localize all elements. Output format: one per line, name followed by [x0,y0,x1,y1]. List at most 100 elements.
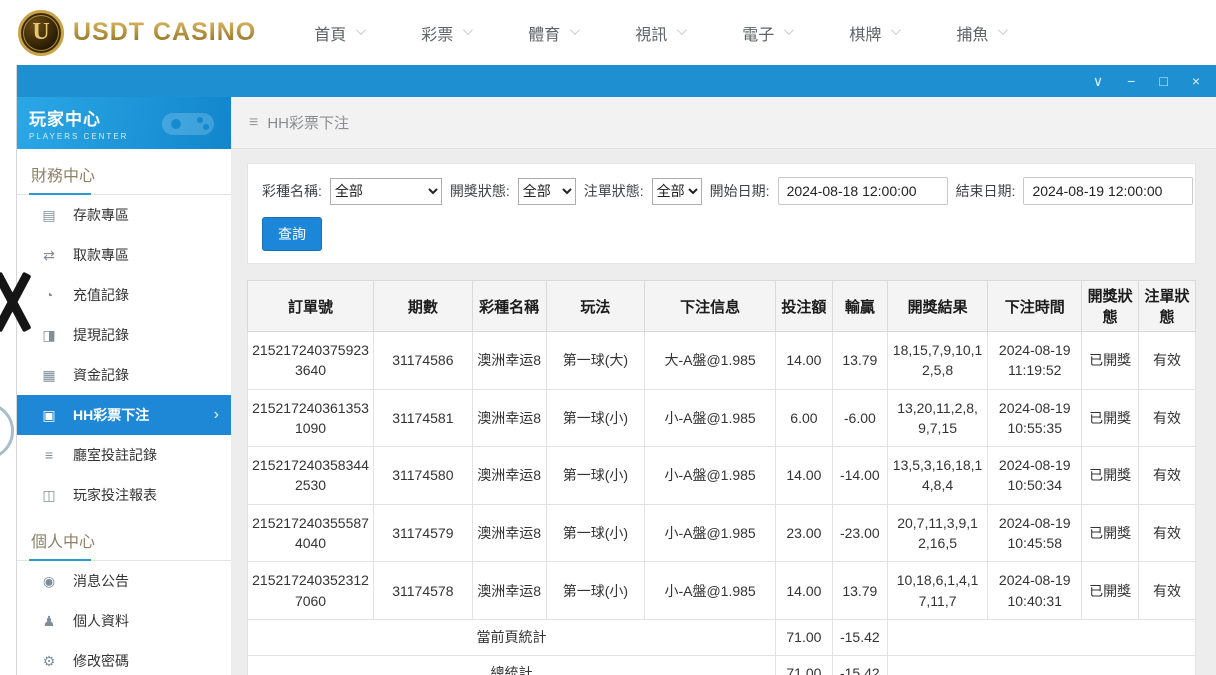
nav-item-1[interactable]: 彩票 [421,21,474,45]
window-minimize-button[interactable]: − [1127,74,1135,88]
cell-amount: 6.00 [774,388,833,448]
search-button[interactable]: 查詢 [262,217,322,251]
funds-record-icon: ▦ [42,366,56,383]
cell-result: 13,5,3,16,18,14,8,4 [886,446,989,505]
sidebar-item-password[interactable]: ⚙ 修改密碼 [17,641,231,675]
draw-status-label: 開獎狀態: [449,183,510,199]
lottery-name-select[interactable]: 全部 [329,177,442,205]
nav-item-2[interactable]: 體育 [528,21,581,45]
cell-period: 31174578 [373,561,473,620]
table-row: 2152172403555874040 31174579 澳洲幸运8 第一球(小) 小-… [246,503,1196,563]
column-header: 玩法 [545,280,646,332]
window-titlebar: ∨ − □ × [17,65,1216,97]
table-row: 2152172403613531090 31174581 澳洲幸运8 第一球(小) 小-… [246,388,1196,448]
cell-order_status: 有效 [1138,446,1196,505]
nav-item-label: 棋牌 [849,26,882,44]
cell-winloss: 13.79 [831,561,888,620]
cell-order_no: 2152172403759233640 [246,331,375,390]
nav-item-label: 捕魚 [956,26,989,44]
brand-logo-icon: U [18,9,64,56]
chevron-down-icon [891,24,902,35]
cell-bet_info: 小-A盤@1.985 [644,503,776,563]
cell-bet_info: 小-A盤@1.985 [644,388,776,448]
gamepad-icon [162,113,214,135]
summary-label: 總統計 [247,654,776,675]
sidebar-section-label: 個人中心 [17,515,231,561]
cell-time: 2024-08-19 10:50:34 [987,446,1083,505]
cell-winloss: -14.00 [831,446,888,505]
start-date-input[interactable] [777,177,948,205]
cell-draw_status: 已開獎 [1081,446,1140,505]
cell-time: 2024-08-19 11:19:52 [987,331,1083,390]
summary-empty [886,654,1197,675]
column-header: 開獎狀態 [1081,280,1140,332]
nav-item-3[interactable]: 視訊 [635,21,688,45]
nav-item-6[interactable]: 捕魚 [956,21,1009,45]
summary-empty [886,618,1197,656]
column-header: 訂單號 [246,280,375,332]
cell-play: 第一球(大) [545,331,646,390]
column-header: 輸贏 [831,280,888,332]
sidebar: 玩家中心 PLAYERS CENTER 財務中心 ▤ 存款專區 ⇄ 取款專區 ◔ 充值記錄 ◨… [17,97,231,675]
sidebar-item-hall-bet-record[interactable]: ≡ 廳室投註記錄 [17,435,231,475]
summary-bet-amount: 71.00 [774,654,833,675]
cell-amount: 14.00 [774,446,833,505]
password-icon: ⚙ [42,652,56,669]
sidebar-item-label: 廳室投註記錄 [73,447,157,463]
chevron-down-icon [998,24,1009,35]
table-row: 2152172403759233640 31174586 澳洲幸运8 第一球(大) 大-… [246,331,1196,390]
hall-bet-record-icon: ≡ [44,447,54,463]
nav-item-5[interactable]: 棋牌 [849,21,902,45]
total-summary-row: 總統計 71.00 -15.42 [247,654,1197,675]
filter-row: 彩種名稱: 全部 開獎狀態: 全部 注單狀態: 全部 開始日期: 2024-08… [262,177,1194,205]
cell-lottery: 澳洲幸运8 [471,446,547,505]
cell-order_status: 有效 [1138,561,1196,620]
cell-draw_status: 已開獎 [1081,561,1140,620]
chevron-right-icon: › [213,406,219,423]
cell-time: 2024-08-19 10:40:31 [987,561,1083,620]
brand-logo[interactable]: U USDT CASINO [18,9,256,56]
cell-order_status: 有效 [1138,331,1196,390]
sidebar-item-label: 充值記錄 [73,287,129,303]
sidebar-sections: 財務中心 ▤ 存款專區 ⇄ 取款專區 ◔ 充值記錄 ◨ 提現記錄 ▦ 資金記錄 ▣ HH彩票下注 › ≡ 廳室… [17,149,231,675]
window-maximize-button[interactable]: □ [1159,74,1167,88]
sidebar-item-hh-lottery-bet[interactable]: ▣ HH彩票下注 › [17,395,231,435]
end-date-input[interactable] [1023,177,1194,205]
summary-label: 當前頁統計 [247,618,776,656]
sidebar-item-withdraw-record[interactable]: ◨ 提現記錄 [17,315,231,355]
menu-icon[interactable]: ≡ [249,114,258,132]
sidebar-item-profile[interactable]: ♟ 個人資料 [17,601,231,641]
cell-period: 31174580 [373,446,473,505]
summary-winloss: -15.42 [831,618,888,656]
order-status-select[interactable]: 全部 [651,177,702,205]
order-status-label: 注單狀態: [583,183,644,199]
sidebar-item-recharge-record[interactable]: ◔ 充值記錄 [17,275,231,315]
cell-time: 2024-08-19 10:45:58 [987,503,1083,563]
sidebar-item-player-report[interactable]: ◫ 玩家投注報表 [17,475,231,515]
sidebar-item-notice[interactable]: ◉ 消息公告 [17,561,231,601]
nav-item-0[interactable]: 首頁 [314,21,367,45]
content-area: 彩種名稱: 全部 開獎狀態: 全部 注單狀態: 全部 開始日期: 2024-08… [231,149,1216,675]
cell-time: 2024-08-19 10:55:35 [987,388,1083,448]
sidebar-item-withdraw[interactable]: ⇄ 取款專區 [17,235,231,275]
sidebar-item-label: 存款專區 [73,207,129,223]
cell-bet_info: 小-A盤@1.985 [644,561,776,620]
nav-item-4[interactable]: 電子 [742,21,795,45]
cell-lottery: 澳洲幸运8 [471,388,547,448]
player-center-window: ∨ − □ × 玩家中心 PLAYERS CENTER 財務中心 ▤ 存款專區 ⇄ 取款… [16,65,1216,675]
cell-bet_info: 大-A盤@1.985 [644,331,776,390]
decorative-ring-shape [0,402,14,460]
sidebar-item-label: 個人資料 [73,613,129,629]
sidebar-header: 玩家中心 PLAYERS CENTER [17,97,231,149]
table-header-row: 訂單號 期數 彩種名稱 玩法 下注信息 投注額 輸贏 開獎結果 下注時間 開獎狀態 注單狀態 [246,280,1196,332]
window-chevron-down-icon[interactable]: ∨ [1093,74,1103,88]
sidebar-subtitle: PLAYERS CENTER [29,132,129,141]
cell-play: 第一球(小) [545,503,646,563]
sidebar-item-deposit[interactable]: ▤ 存款專區 [17,195,231,235]
summary-bet-amount: 71.00 [774,618,833,656]
start-date-label: 開始日期: [709,183,770,199]
window-close-button[interactable]: × [1192,74,1200,88]
draw-status-select[interactable]: 全部 [517,177,576,205]
nav-item-label: 首頁 [314,26,347,44]
sidebar-item-funds-record[interactable]: ▦ 資金記錄 [17,355,231,395]
